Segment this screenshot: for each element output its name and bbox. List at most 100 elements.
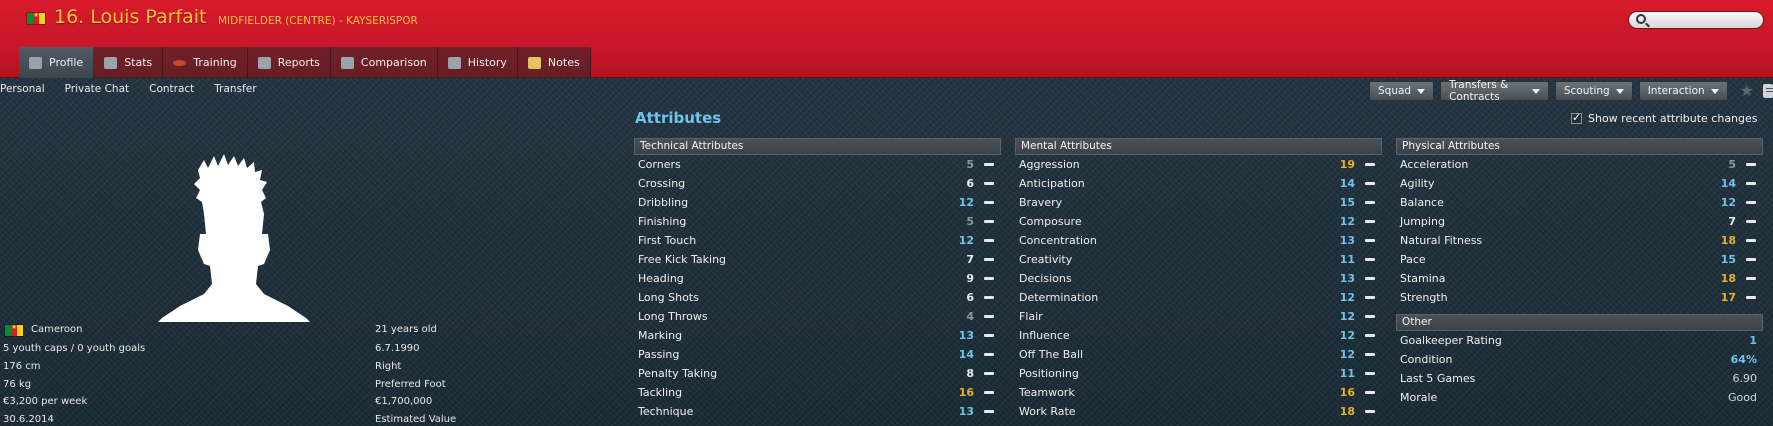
tab-history[interactable]: History: [438, 47, 518, 78]
no-change-icon: [984, 163, 994, 166]
attribute-row[interactable]: Long Shots 6: [634, 288, 1001, 307]
player-silhouette: [158, 154, 310, 322]
comparison-icon: [340, 56, 354, 69]
attribute-row[interactable]: Determination 12: [1015, 288, 1382, 307]
attribute-value: 13: [958, 329, 974, 342]
no-change-icon: [1365, 258, 1375, 261]
attribute-row[interactable]: Crossing 6: [634, 174, 1001, 193]
attribute-row[interactable]: Dribbling 12: [634, 193, 1001, 212]
attribute-row[interactable]: Long Throws 4: [634, 307, 1001, 326]
no-change-icon: [984, 353, 994, 356]
tab-profile[interactable]: Profile: [19, 47, 95, 78]
attribute-name: Determination: [1019, 291, 1099, 304]
attribute-row[interactable]: Creativity 11: [1015, 250, 1382, 269]
no-change-icon: [984, 391, 994, 394]
attribute-value: 5: [966, 215, 974, 228]
attribute-row[interactable]: Concentration 13: [1015, 231, 1382, 250]
attribute-row[interactable]: Stamina 18: [1396, 269, 1763, 288]
attribute-row[interactable]: First Touch 12: [634, 231, 1001, 250]
attribute-value: 7: [1728, 215, 1736, 228]
subnav-contract[interactable]: Contract: [149, 83, 194, 95]
attribute-row[interactable]: Finishing 5: [634, 212, 1001, 231]
attribute-value: 7: [966, 253, 974, 266]
attribute-row[interactable]: Strength 17: [1396, 288, 1763, 307]
tab-training[interactable]: Training: [163, 47, 248, 78]
attribute-row[interactable]: Balance 12: [1396, 193, 1763, 212]
subnav-transfer[interactable]: Transfer: [214, 83, 256, 95]
squad-dropdown[interactable]: Squad: [1369, 81, 1435, 101]
attribute-row[interactable]: Decisions 13: [1015, 269, 1382, 288]
tab-reports[interactable]: Reports: [248, 47, 331, 78]
attribute-row[interactable]: Corners 5: [634, 155, 1001, 174]
player-card-icon[interactable]: [1763, 84, 1773, 98]
subnav-personal[interactable]: Personal: [0, 83, 45, 95]
tab-stats[interactable]: Stats: [94, 47, 164, 78]
attribute-row[interactable]: Aggression 19: [1015, 155, 1382, 174]
attribute-row[interactable]: Tackling 16: [634, 383, 1001, 402]
attribute-row[interactable]: Work Rate 18: [1015, 402, 1382, 421]
search-box[interactable]: [1628, 11, 1764, 29]
attribute-name: Influence: [1019, 329, 1070, 342]
attribute-row[interactable]: Jumping 7: [1396, 212, 1763, 231]
attribute-row[interactable]: Flair 12: [1015, 307, 1382, 326]
attribute-row[interactable]: Teamwork 16: [1015, 383, 1382, 402]
attribute-name: Bravery: [1019, 196, 1063, 209]
no-change-icon: [984, 296, 994, 299]
attribute-row[interactable]: Natural Fitness 18: [1396, 231, 1763, 250]
tab-label: Notes: [547, 56, 580, 69]
checkbox[interactable]: [1571, 111, 1582, 124]
no-change-icon: [1746, 277, 1756, 280]
attribute-value: 9: [966, 272, 974, 285]
tab-comparison[interactable]: Comparison: [331, 47, 438, 78]
player-name: 16. Louis Parfait: [54, 6, 207, 28]
attribute-row[interactable]: Passing 14: [634, 345, 1001, 364]
attribute-value: 6: [966, 177, 974, 190]
wage: €3,200 per week: [3, 396, 88, 407]
attribute-row[interactable]: Agility 14: [1396, 174, 1763, 193]
no-change-icon: [1746, 201, 1756, 204]
attribute-name: Natural Fitness: [1400, 234, 1483, 247]
transfers-contracts-dropdown[interactable]: Transfers & Contracts: [1440, 79, 1549, 103]
tab-label: Stats: [124, 56, 153, 69]
star-icon[interactable]: ★: [1740, 83, 1754, 99]
show-recent-changes-toggle[interactable]: Show recent attribute changes: [1571, 111, 1758, 125]
attribute-row[interactable]: Heading 9: [634, 269, 1001, 288]
attribute-row[interactable]: Off The Ball 12: [1015, 345, 1382, 364]
attribute-row[interactable]: Bravery 15: [1015, 193, 1382, 212]
attribute-name: Aggression: [1019, 158, 1080, 171]
scouting-dropdown[interactable]: Scouting: [1554, 81, 1633, 101]
search-input[interactable]: [1651, 13, 1759, 27]
title-bar: 16. Louis Parfait MIDFIELDER (CENTRE) - …: [0, 0, 1773, 78]
attribute-row[interactable]: Positioning 11: [1015, 364, 1382, 383]
attribute-row[interactable]: Free Kick Taking 7: [634, 250, 1001, 269]
other-name: Morale: [1400, 391, 1438, 404]
attribute-row[interactable]: Acceleration 5: [1396, 155, 1763, 174]
no-change-icon: [1365, 239, 1375, 242]
attribute-row[interactable]: Composure 12: [1015, 212, 1382, 231]
youth-caps: 5 youth caps / 0 youth goals: [3, 343, 146, 354]
attribute-row[interactable]: Anticipation 14: [1015, 174, 1382, 193]
other-name: Last 5 Games: [1400, 372, 1476, 385]
attribute-value: 18: [1720, 272, 1736, 285]
subnav-private-chat[interactable]: Private Chat: [65, 83, 129, 95]
attribute-value: 13: [1339, 272, 1355, 285]
attribute-row[interactable]: Influence 12: [1015, 326, 1382, 345]
interaction-dropdown[interactable]: Interaction: [1638, 81, 1728, 101]
profile-icon: [29, 56, 42, 69]
technical-attributes-header: Technical Attributes: [634, 138, 1001, 155]
other-header: Other: [1396, 314, 1763, 331]
physical-attributes-panel: Physical Attributes Acceleration 5 Agility…: [1396, 138, 1763, 407]
no-change-icon: [1365, 372, 1375, 375]
attribute-name: Long Shots: [638, 291, 699, 304]
tab-notes[interactable]: Notes: [518, 47, 591, 78]
attribute-row[interactable]: Technique 13: [634, 402, 1001, 421]
nationality[interactable]: Cameroon: [31, 324, 82, 335]
attribute-row[interactable]: Marking 13: [634, 326, 1001, 345]
no-change-icon: [984, 410, 994, 413]
no-change-icon: [1365, 163, 1375, 166]
attribute-value: 15: [1720, 253, 1736, 266]
attribute-row[interactable]: Pace 15: [1396, 250, 1763, 269]
attribute-name: Flair: [1019, 310, 1043, 323]
attribute-row[interactable]: Penalty Taking 8: [634, 364, 1001, 383]
other-value: 1: [1749, 334, 1757, 347]
